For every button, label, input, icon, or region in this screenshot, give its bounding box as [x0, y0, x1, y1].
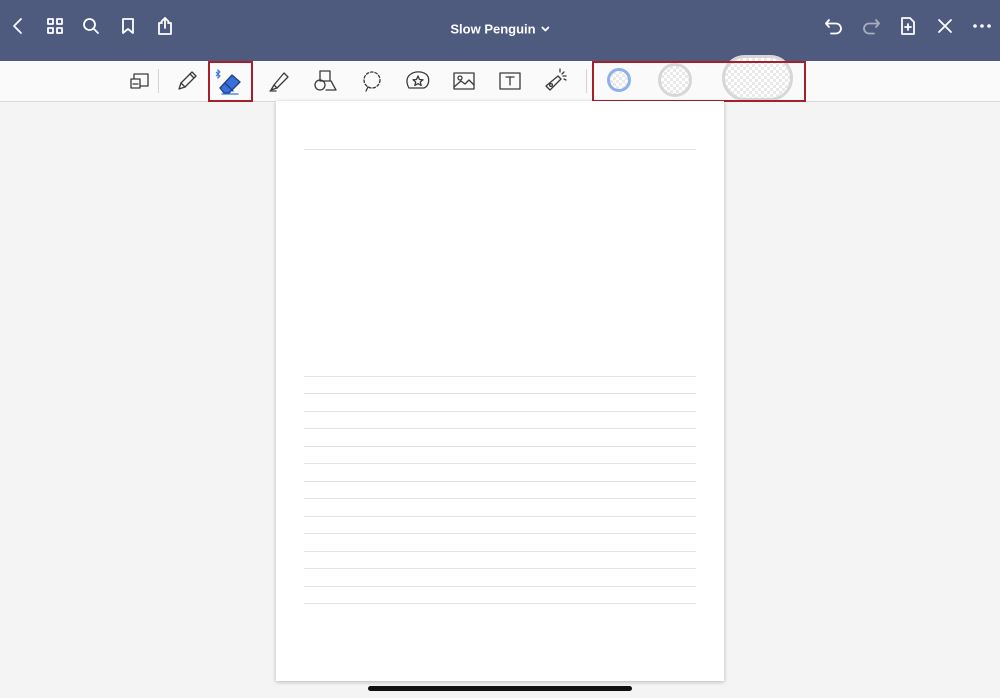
lasso-tool[interactable] [355, 64, 389, 98]
page-rule [304, 498, 696, 499]
bookmark-button[interactable] [113, 11, 143, 41]
document-title: Slow Penguin [450, 21, 536, 37]
eraser-size-medium-option[interactable] [658, 63, 692, 97]
page-rule [304, 586, 696, 587]
eraser-size-small-option[interactable] [607, 68, 631, 92]
page-rule [304, 428, 696, 429]
toolbar-divider [158, 69, 159, 93]
highlighter-tool[interactable] [263, 64, 297, 98]
bluetooth-icon [215, 66, 221, 84]
undo-icon [825, 19, 842, 35]
page-rule [304, 446, 696, 447]
shapes-icon [314, 70, 337, 91]
search-icon [83, 18, 99, 34]
sticker-icon [406, 71, 430, 89]
search-button[interactable] [76, 11, 106, 41]
home-indicator[interactable] [368, 686, 632, 691]
page-rule [304, 551, 696, 552]
zoom-window-tool[interactable] [123, 64, 157, 98]
add-page-icon [901, 17, 915, 35]
page-rule [304, 393, 696, 394]
back-icon [13, 18, 22, 34]
laser-pointer-tool[interactable] [538, 64, 572, 98]
top-navigation-bar: Slow Penguin [0, 0, 1000, 61]
text-tool[interactable] [493, 64, 527, 98]
more-icon [973, 24, 991, 28]
add-page-button[interactable] [893, 11, 923, 41]
page-rule [304, 533, 696, 534]
bookmark-icon [122, 18, 134, 34]
hide-toolbar-button[interactable] [930, 11, 960, 41]
page-rule [304, 463, 696, 464]
page-rule [304, 481, 696, 482]
thumbnails-button[interactable] [40, 11, 70, 41]
page-rule [304, 376, 696, 377]
text-box-icon [499, 72, 521, 90]
header-rule [304, 149, 696, 150]
toolbar-divider [586, 69, 587, 93]
redo-button[interactable] [856, 11, 886, 41]
close-icon [938, 19, 952, 33]
pen-icon [178, 71, 197, 90]
redo-icon [863, 19, 880, 35]
page-rule [304, 603, 696, 604]
pen-tool[interactable] [170, 64, 204, 98]
page-rule [304, 411, 696, 412]
share-icon [158, 17, 172, 35]
shapes-tool[interactable] [308, 64, 342, 98]
eraser-size-large-option[interactable] [722, 55, 793, 101]
lasso-icon [363, 71, 381, 92]
laser-pointer-icon [545, 68, 567, 91]
notebook-page[interactable] [276, 101, 724, 681]
tool-bar [0, 55, 1000, 102]
grid-icon [47, 18, 63, 34]
elements-tool[interactable] [401, 64, 435, 98]
undo-button[interactable] [819, 11, 849, 41]
zoom-window-icon [130, 73, 149, 89]
page-rule [304, 568, 696, 569]
back-button[interactable] [4, 11, 34, 41]
document-title-button[interactable]: Slow Penguin [450, 21, 550, 37]
more-button[interactable] [967, 11, 997, 41]
highlighter-icon [269, 72, 289, 92]
image-icon [453, 72, 475, 90]
share-button[interactable] [150, 11, 180, 41]
page-rule [304, 516, 696, 517]
chevron-down-icon [541, 26, 550, 31]
image-tool[interactable] [447, 64, 481, 98]
